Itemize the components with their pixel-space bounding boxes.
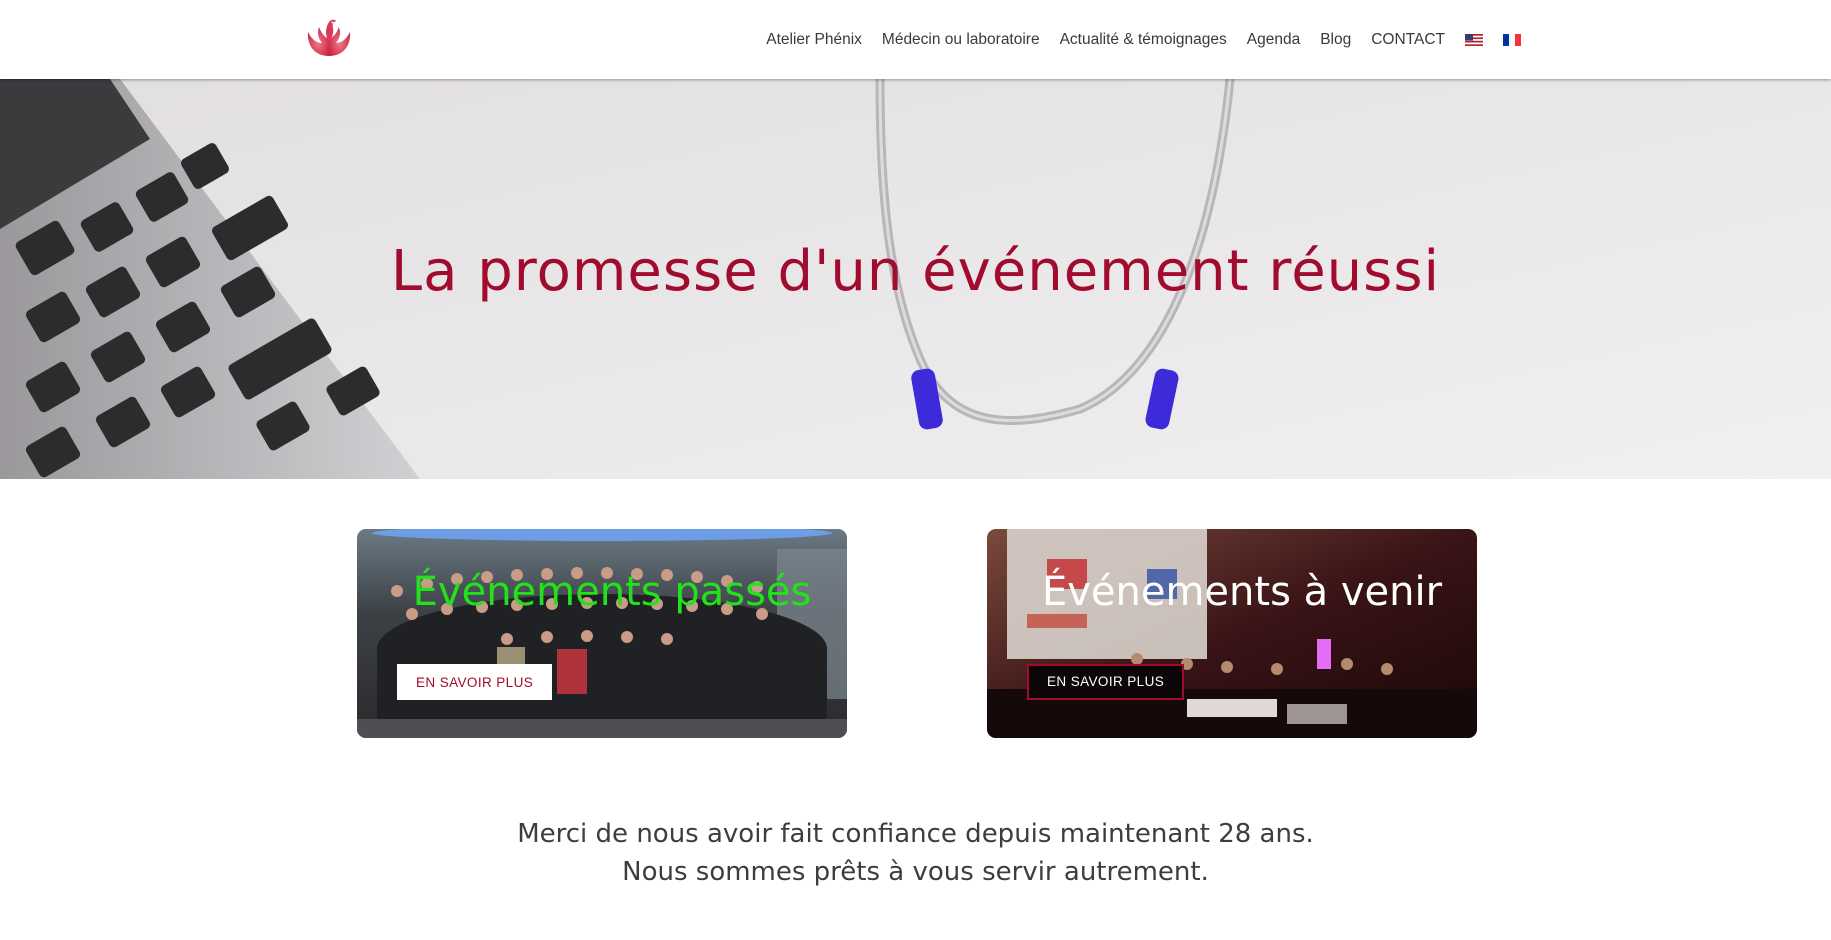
thanks-message: Merci de nous avoir fait confiance depui… bbox=[0, 815, 1831, 891]
nav-agenda[interactable]: Agenda bbox=[1247, 31, 1300, 49]
nav-contact[interactable]: CONTACT bbox=[1371, 31, 1445, 49]
hero-banner: La promesse d'un événement réussi bbox=[0, 79, 1831, 479]
upcoming-events-more-button[interactable]: EN SAVOIR PLUS bbox=[1027, 664, 1185, 700]
nav-actualite-temoignages[interactable]: Actualité & témoignages bbox=[1060, 31, 1227, 49]
nav-medecin-laboratoire[interactable]: Médecin ou laboratoire bbox=[882, 31, 1040, 49]
phoenix-logo-icon[interactable] bbox=[305, 16, 353, 62]
past-events-title: Événements passés bbox=[412, 569, 812, 615]
upcoming-events-title: Événements à venir bbox=[1041, 569, 1443, 615]
conference-stage-photo bbox=[987, 529, 1477, 738]
fr-flag-icon[interactable] bbox=[1503, 33, 1521, 46]
past-events-more-button[interactable]: EN SAVOIR PLUS bbox=[397, 664, 553, 700]
upcoming-events-card[interactable]: Événements à venir EN SAVOIR PLUS bbox=[987, 529, 1477, 738]
group-photo bbox=[357, 529, 847, 738]
past-events-card[interactable]: Événements passés EN SAVOIR PLUS bbox=[357, 529, 847, 738]
us-flag-icon[interactable] bbox=[1465, 33, 1483, 46]
thanks-line-2: Nous sommes prêts à vous servir autremen… bbox=[622, 857, 1209, 887]
hero-title: La promesse d'un événement réussi bbox=[390, 239, 1441, 304]
main-nav: Atelier Phénix Médecin ou laboratoire Ac… bbox=[746, 0, 1521, 79]
nav-blog[interactable]: Blog bbox=[1320, 31, 1351, 49]
thanks-line-1: Merci de nous avoir fait confiance depui… bbox=[517, 819, 1314, 849]
nav-atelier-phenix[interactable]: Atelier Phénix bbox=[766, 31, 862, 49]
site-header: Atelier Phénix Médecin ou laboratoire Ac… bbox=[0, 0, 1831, 79]
